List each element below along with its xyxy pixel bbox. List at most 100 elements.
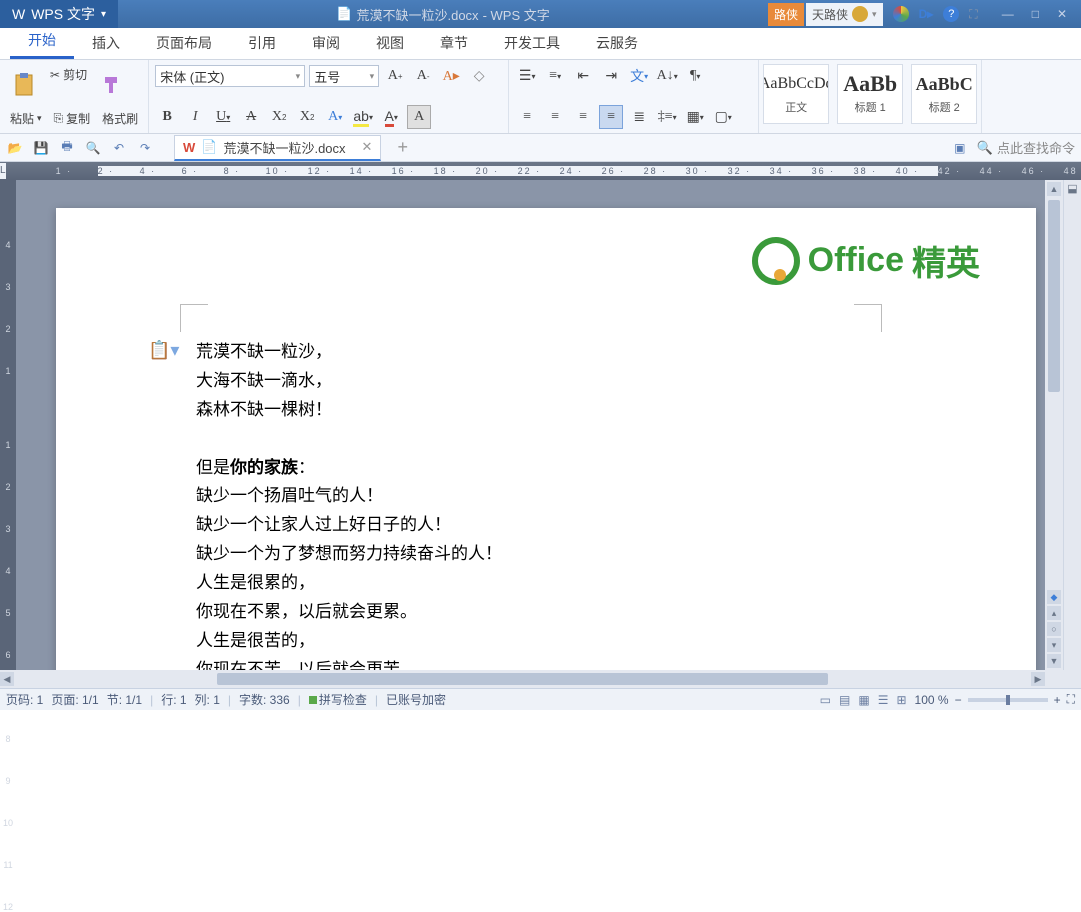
scroll-thumb-h[interactable] [217,673,827,685]
status-col[interactable]: 列: 1 [195,691,220,708]
zoom-level[interactable]: 100 % [915,693,949,707]
status-section[interactable]: 节: 1/1 [107,691,142,708]
status-words[interactable]: 字数: 336 [239,691,290,708]
paste-button[interactable] [6,69,42,101]
font-size-combo[interactable]: 五号▾ [309,65,379,87]
shrink-font-button[interactable]: A- [411,64,435,88]
bullets-button[interactable]: ☰▾ [515,64,539,88]
zoom-out-button[interactable]: − [955,693,962,707]
char-shading-button[interactable]: A [407,105,431,129]
document-content[interactable]: 荒漠不缺一粒沙， 大海不缺一滴水， 森林不缺一棵树！ 但是你的家族： 缺少一个扬… [196,338,976,670]
tab-home[interactable]: 开始 [10,24,74,59]
tab-page-layout[interactable]: 页面布局 [138,27,230,59]
close-tab-icon[interactable]: ✕ [362,139,373,155]
view-print-icon[interactable]: ▤ [839,693,850,707]
tab-references[interactable]: 引用 [230,27,294,59]
paste-options-icon[interactable]: 📋▾ [148,340,179,361]
italic-button[interactable]: I [183,105,207,129]
cut-button[interactable]: ✂剪切 [46,64,91,85]
subscript-button[interactable]: X2 [295,105,319,129]
tab-section[interactable]: 章节 [422,27,486,59]
vertical-scrollbar[interactable]: ▲ ◆ ▴ ○ ▾ ▼ [1045,180,1063,670]
view-section-icon[interactable]: ⊞ [896,693,906,707]
align-distribute-button[interactable]: ≣ [627,105,651,129]
align-right-button[interactable]: ≡ [571,105,595,129]
copy-button[interactable]: ⎘复制 [50,108,95,129]
user-badge-1[interactable]: 路侠 [768,3,804,26]
align-left-button[interactable]: ≡ [515,105,539,129]
status-encrypt[interactable]: 已账号加密 [386,691,446,708]
style-heading1[interactable]: AaBb标题 1 [837,64,903,124]
borders-button[interactable]: ▢▾ [711,105,735,129]
zoom-slider[interactable] [968,698,1048,702]
side-panel-strip[interactable]: ⬓ [1063,180,1081,670]
highlight-button[interactable]: ab▾ [351,105,375,129]
show-marks-button[interactable]: ¶▾ [683,64,707,88]
sort-button[interactable]: A↓▾ [655,64,679,88]
tab-developer[interactable]: 开发工具 [486,27,578,59]
tab-insert[interactable]: 插入 [74,27,138,59]
status-page-code[interactable]: 页码: 1 [6,691,43,708]
prev-page-button[interactable]: ▴ [1047,606,1061,620]
new-tab-button[interactable]: + [397,137,408,158]
font-color-button[interactable]: A▾ [379,105,403,129]
expand-icon[interactable]: ⛶ [969,7,977,22]
minimize-button[interactable]: — [1002,7,1014,21]
collapse-ribbon-icon[interactable]: ▣ [951,139,969,157]
side-panel-icon[interactable]: ⬓ [1064,180,1081,198]
grow-font-button[interactable]: A+ [383,64,407,88]
horizontal-scrollbar[interactable]: ◀ ▶ [0,670,1081,688]
underline-button[interactable]: U▾ [211,105,235,129]
tab-cloud[interactable]: 云服务 [578,27,656,59]
object-browse-button[interactable]: ○ [1047,622,1061,636]
scroll-down-button[interactable]: ▼ [1047,654,1061,668]
help-icon[interactable]: ? [943,6,959,22]
scroll-left-button[interactable]: ◀ [0,672,14,686]
page[interactable]: Office 精英 📋▾ 荒漠不缺一粒沙， 大海不缺一滴水， 森林不缺一棵树！ … [56,208,1036,670]
status-line[interactable]: 行: 1 [161,691,186,708]
superscript-button[interactable]: X2 [267,105,291,129]
preview-icon[interactable]: 🔍 [84,139,102,157]
fit-page-icon[interactable]: ⛶ [1067,692,1075,707]
tab-review[interactable]: 审阅 [294,27,358,59]
paste-label[interactable]: 粘贴▾ [6,108,46,129]
tab-view[interactable]: 视图 [358,27,422,59]
document-tab[interactable]: W 📄 荒漠不缺一粒沙.docx ✕ [174,135,381,161]
next-page-button[interactable]: ▾ [1047,638,1061,652]
status-spell[interactable]: 拼写检查 [309,691,367,708]
shading-button[interactable]: ▦▾ [683,105,707,129]
d-icon[interactable]: D▸ [919,7,934,21]
text-direction-button[interactable]: 文▾ [627,64,651,88]
close-button[interactable]: ✕ [1057,7,1067,21]
horizontal-ruler[interactable]: L 1 · 2 · 4 · 6 · 8 · 10 · 12 · 14 · 16 … [0,162,1081,180]
numbering-button[interactable]: ≡▾ [543,64,567,88]
font-name-combo[interactable]: 宋体 (正文)▾ [155,65,305,87]
format-painter-button[interactable] [95,71,127,99]
align-justify-button[interactable]: ≡ [599,105,623,129]
scroll-thumb[interactable] [1048,200,1060,392]
open-icon[interactable]: 📂 [6,139,24,157]
increase-indent-button[interactable]: ⇥ [599,64,623,88]
vertical-ruler[interactable]: 4321123456789101112 [0,180,16,670]
strikethrough-button[interactable]: A [239,105,263,129]
zoom-in-button[interactable]: + [1054,693,1061,707]
user-badge-2[interactable]: 天路侠 ▾ [806,3,883,26]
redo-icon[interactable]: ↷ [136,139,154,157]
line-spacing-button[interactable]: ‡≡▾ [655,105,679,129]
style-heading2[interactable]: AaBbC标题 2 [911,64,977,124]
status-page[interactable]: 页面: 1/1 [51,691,98,708]
undo-icon[interactable]: ↶ [110,139,128,157]
scroll-up-button[interactable]: ▲ [1047,182,1061,196]
save-icon[interactable]: 💾 [32,139,50,157]
align-center-button[interactable]: ≡ [543,105,567,129]
scroll-right-button[interactable]: ▶ [1031,672,1045,686]
style-normal[interactable]: AaBbCcDd正文 [763,64,829,124]
change-case-button[interactable]: A▸ [439,64,463,88]
print-icon[interactable]: 🖶 [58,139,76,157]
view-outline-icon[interactable]: ☰ [878,693,889,707]
maximize-button[interactable]: □ [1032,7,1039,21]
scroll-marker[interactable]: ◆ [1047,590,1061,604]
command-search[interactable]: 🔍 点此查找命令 [977,138,1075,157]
sync-icon[interactable] [893,6,909,22]
decrease-indent-button[interactable]: ⇤ [571,64,595,88]
